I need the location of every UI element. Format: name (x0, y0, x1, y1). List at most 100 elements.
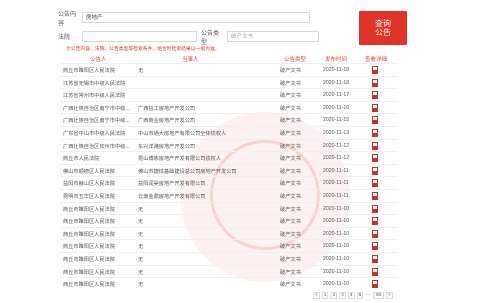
page-button[interactable]: 4 (347, 292, 355, 299)
table-row: 佛山市顺德区人民法院 佛山市捷炫基础建设总公司房地产开发公司 破产文书 2020-11… (60, 163, 398, 177)
cell-court[interactable]: 佛山市顺德区人民法院 (63, 168, 133, 175)
view-detail-cell[interactable] (372, 78, 378, 87)
cell-party: 益阳润昊房地产开发有限公司 (138, 181, 206, 188)
cell-date: 2020-11-11 (323, 193, 349, 199)
document-icon[interactable] (372, 217, 378, 226)
prev-page-button[interactable]: < (313, 292, 320, 299)
cell-court[interactable]: 商丘市人民法院 (63, 155, 133, 162)
document-icon[interactable] (372, 255, 378, 263)
view-detail-cell[interactable] (372, 204, 378, 213)
view-detail-cell[interactable] (372, 116, 378, 125)
document-icon[interactable] (372, 141, 378, 150)
document-icon[interactable] (372, 280, 378, 289)
cell-type: 破产文书 (280, 168, 301, 175)
document-icon[interactable] (372, 242, 378, 251)
cell-date: 2020-11-15 (323, 117, 350, 124)
cell-date: 2020-11-10 (323, 243, 350, 250)
view-detail-cell[interactable] (372, 255, 378, 263)
court-input[interactable] (82, 31, 197, 42)
view-detail-cell[interactable] (372, 280, 378, 289)
cell-date: 2020-11-12 (323, 142, 350, 149)
view-detail-cell[interactable] (372, 179, 378, 188)
cell-date: 2020-11-10 (323, 230, 350, 237)
document-icon[interactable] (372, 91, 378, 100)
cell-court[interactable]: 江苏省无锡市中级人民法院 (63, 80, 133, 87)
cell-date: 2020-11-17 (323, 92, 350, 99)
cell-type: 破产文书 (280, 244, 301, 251)
cell-party: 广西商业房地产开发公司 (138, 118, 196, 125)
document-icon[interactable] (372, 179, 378, 188)
view-detail-cell[interactable] (372, 217, 378, 226)
cell-date: 2020-11-10 (323, 281, 350, 288)
cell-court[interactable]: 商丘市睢阳区人民法院 (63, 67, 133, 74)
document-icon[interactable] (372, 267, 378, 276)
cell-court[interactable]: 商丘市睢阳区人民法院 (63, 231, 133, 238)
view-detail-cell[interactable] (372, 154, 378, 163)
cell-court[interactable]: 广西壮族自治区钦州市中级... (63, 143, 133, 150)
view-detail-cell[interactable] (372, 267, 378, 276)
page-button[interactable]: 3 (339, 292, 346, 299)
view-detail-cell[interactable] (372, 103, 378, 112)
table-row: 商丘市睢阳区人民法院无 破产文书 2020-11-10 (60, 264, 398, 278)
content-row: 公告内容 房地产 (58, 11, 310, 27)
court-row: 法院 公告类型 破产文书 (58, 30, 319, 46)
cell-type: 破产文书 (280, 105, 301, 112)
document-icon[interactable] (372, 78, 378, 87)
document-icon[interactable] (372, 154, 378, 163)
table-row: 昆明市五华区人民法院 云南金鼎房地产开发有限公司 破产文书 2020-11-11 (60, 189, 398, 202)
cell-type: 破产文书 (280, 257, 301, 263)
cell-date: 2020-11-12 (323, 155, 350, 162)
cell-party: 无 (138, 257, 144, 263)
cell-party: 无 (138, 68, 144, 74)
table-row: 江苏省无锡市中级人民法院 破产文书 2020-11-18 (60, 75, 398, 89)
table-row: 广西壮族自治区钦州市中级... 东兴洋港房地产开发公司 破产文书 2020-11-12 (60, 138, 398, 152)
view-detail-cell[interactable] (372, 192, 378, 200)
cell-court[interactable]: 商丘市睢阳区人民法院 (63, 243, 133, 250)
view-detail-cell[interactable] (372, 229, 378, 238)
search-button[interactable]: 查询 公告 (359, 11, 407, 45)
cell-court[interactable]: 商丘市睢阳区人民法院 (63, 206, 133, 213)
cell-court[interactable]: 广东省中山市中级人民法院 (63, 130, 133, 137)
document-icon[interactable] (372, 166, 378, 175)
table-row: 广东省中山市中级人民法院 中山市通大房地产有限公司全体债权人 破产文书 2020-11… (60, 126, 398, 139)
document-icon[interactable] (372, 204, 378, 213)
cell-court[interactable]: 广西壮族自治区南宁市中级... (63, 105, 133, 112)
view-detail-cell[interactable] (372, 129, 378, 137)
table-row: 商丘市睢阳区人民法院无 破产文书 2020-11-10 (60, 201, 398, 215)
cell-date: 2020-11-10 (323, 268, 350, 275)
page-button[interactable]: 5 (356, 292, 364, 299)
document-icon[interactable] (372, 129, 378, 137)
view-detail-cell[interactable] (372, 91, 378, 100)
header-party: 当事人 (182, 57, 199, 63)
document-icon[interactable] (372, 192, 378, 200)
cell-court[interactable]: 商丘市睢阳区人民法院 (63, 256, 133, 263)
cell-court[interactable]: 江苏省常州市中级人民法院 (63, 92, 133, 99)
content-input[interactable]: 房地产 (82, 12, 310, 23)
cell-date: 2020-11-16 (323, 104, 350, 111)
court-label: 法院 (58, 35, 71, 41)
page-button[interactable]: 50 (373, 292, 385, 299)
cell-party: 东兴洋港房地产开发公司 (138, 143, 196, 150)
content-label: 公告内容 (58, 11, 77, 27)
view-detail-cell[interactable] (372, 166, 378, 175)
type-select[interactable]: 破产文书 (227, 31, 319, 42)
cell-court[interactable]: 商丘市睢阳区人民法院 (63, 269, 133, 276)
page-button[interactable]: 1 (321, 292, 329, 299)
cell-date: 2020-11-10 (323, 218, 350, 225)
cell-type: 破产文书 (280, 269, 301, 276)
view-detail-cell[interactable] (372, 66, 378, 74)
cell-court[interactable]: 广西壮族自治区南宁市中级... (63, 117, 133, 124)
document-icon[interactable] (372, 66, 378, 74)
cell-court[interactable]: 商丘市睢阳区人民法院 (63, 218, 133, 225)
cell-court[interactable]: 商丘市睢阳区人民法院 (63, 281, 133, 288)
view-detail-cell[interactable] (372, 242, 378, 251)
cell-court[interactable]: 昆明市五华区人民法院 (63, 193, 133, 200)
next-page-button[interactable]: > (386, 292, 393, 299)
view-detail-cell[interactable] (372, 141, 378, 150)
search-button-label-2: 公告 (375, 28, 391, 37)
document-icon[interactable] (372, 229, 378, 238)
document-icon[interactable] (372, 116, 378, 125)
cell-court[interactable]: 益阳市赫山区人民法院 (63, 180, 133, 187)
document-icon[interactable] (372, 103, 378, 112)
page-button[interactable]: 2 (330, 292, 338, 299)
